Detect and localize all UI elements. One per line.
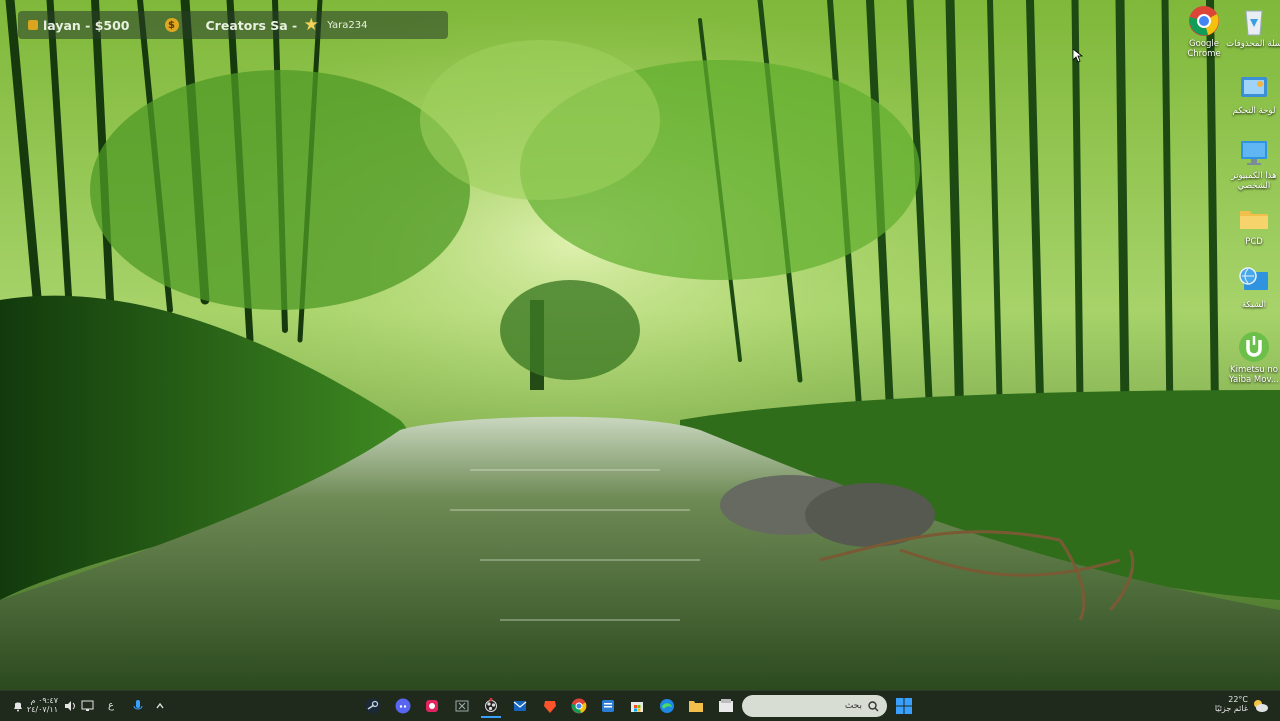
mouse-cursor-icon (1072, 48, 1084, 67)
overlay-middle-segment: $ Creators Sa - ★ Yara234 (164, 14, 368, 35)
tray-overflow-button[interactable] (150, 696, 170, 716)
control-panel-icon (1238, 72, 1270, 104)
desktop-icon-control-panel[interactable]: لوحة التحكم (1226, 72, 1280, 116)
tray-notifications[interactable] (8, 696, 28, 716)
file-manager-icon (719, 699, 733, 712)
overlay-middle-label: Creators Sa - (205, 17, 298, 33)
taskbar-outlook[interactable] (510, 696, 530, 716)
brave-icon (544, 701, 556, 713)
search-icon (868, 700, 879, 711)
desktop-icon-recycle-bin[interactable]: سلة المحذوفات (1226, 5, 1280, 49)
desktop-icon-utorrent[interactable]: Kimetsu no Yaiba Mov... (1226, 331, 1280, 385)
desktop-icon-label: هذا الكمبيوتر الشخصي (1231, 171, 1277, 191)
speaker-icon (65, 701, 75, 711)
language-indicator[interactable]: ع (108, 701, 114, 711)
desktop-icon-label: لوحة التحكم (1232, 106, 1276, 116)
close-app-icon (455, 700, 469, 712)
taskbar-obs[interactable] (481, 696, 501, 718)
taskbar-file-manager[interactable] (716, 696, 736, 716)
taskbar-close-app[interactable] (452, 696, 472, 716)
desktop-icon-label: Google Chrome (1187, 39, 1221, 59)
overlay-right-label: Yara234 (327, 19, 368, 31)
chevron-up-icon (156, 702, 164, 709)
file-explorer-icon (689, 701, 703, 712)
desktop-icon-label: سلة المحذوفات (1226, 39, 1280, 49)
chrome-icon (571, 698, 587, 714)
taskbar-clock[interactable]: ٠٩:٤٧ م ٢٤/٠٧/١١ (26, 696, 58, 714)
steam-icon (365, 698, 381, 714)
desktop-icon-label: Kimetsu no Yaiba Mov... (1229, 365, 1279, 385)
windows-logo-icon (896, 698, 912, 714)
chrome-icon (1188, 5, 1220, 37)
start-button[interactable] (894, 696, 914, 716)
tray-microphone[interactable] (128, 696, 148, 716)
desktop-icon-network[interactable]: الشبكة (1226, 266, 1280, 310)
star-icon: ★ (303, 14, 319, 35)
app-red-icon (426, 700, 438, 712)
tray-volume[interactable] (61, 696, 81, 716)
coin-stack-icon (28, 20, 38, 30)
folder-icon (1238, 203, 1270, 235)
taskbar-brave[interactable] (540, 696, 560, 716)
dollar-coin-icon: $ (164, 18, 179, 32)
weather-temperature: 22°C (1228, 695, 1248, 704)
network-icon (1238, 266, 1270, 298)
desktop-icon-this-pc[interactable]: هذا الكمبيوتر الشخصي (1226, 137, 1280, 191)
utorrent-icon (1238, 331, 1270, 363)
desktop-wallpaper (0, 0, 1280, 690)
taskbar-red-app[interactable] (422, 696, 442, 716)
discord-icon (395, 698, 411, 714)
clock-time: ٠٩:٤٧ م (30, 696, 58, 705)
word-icon (602, 700, 614, 712)
desktop-icon-label: الشبكة (1241, 300, 1267, 310)
desktop-icon-label: PCD (1245, 237, 1263, 247)
notification-bell-icon (14, 702, 22, 712)
desktop-icon-chrome[interactable]: Google Chrome (1176, 5, 1232, 59)
taskbar-search[interactable]: بحث (742, 695, 887, 717)
taskbar: 22°C غائم جزئيًا بحث ع ٠٩:٤٧ م ٢٤/٠٧/١١ (0, 690, 1280, 721)
desktop-icon-pcd-folder[interactable]: PCD (1226, 203, 1280, 247)
stream-overlay-bar: layan - $500 $ Creators Sa - ★ Yara234 (18, 11, 448, 39)
taskbar-file-explorer[interactable] (686, 696, 706, 716)
display-network-icon (81, 700, 94, 711)
taskbar-store[interactable] (627, 696, 647, 716)
tray-network[interactable] (78, 696, 98, 716)
weather-icon[interactable] (1250, 696, 1270, 716)
microphone-icon (133, 700, 143, 710)
overlay-left-label: layan - $500 (43, 17, 130, 33)
taskbar-steam[interactable] (363, 696, 383, 716)
taskbar-word[interactable] (598, 696, 618, 716)
weather-widget[interactable]: 22°C غائم جزئيًا (1210, 695, 1248, 713)
taskbar-discord[interactable] (393, 696, 413, 716)
taskbar-chrome[interactable] (569, 696, 589, 716)
taskbar-edge[interactable] (657, 696, 677, 716)
recycle-bin-icon (1238, 5, 1270, 37)
overlay-left-segment: layan - $500 (28, 18, 130, 33)
search-placeholder: بحث (844, 701, 862, 711)
edge-icon (660, 699, 674, 713)
outlook-icon (513, 701, 527, 711)
monitor-icon (1238, 137, 1270, 169)
obs-icon (484, 698, 498, 713)
store-icon (631, 702, 643, 712)
weather-description: غائم جزئيًا (1214, 704, 1248, 713)
clock-date: ٢٤/٠٧/١١ (26, 705, 58, 714)
